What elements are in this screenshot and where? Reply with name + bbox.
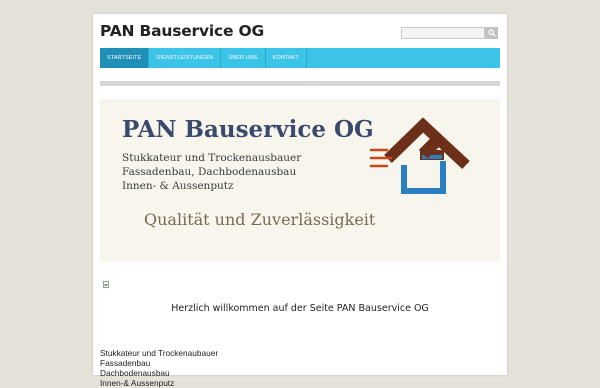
- search-button[interactable]: [485, 27, 498, 39]
- search-form: [401, 27, 499, 39]
- banner-line: Fassadenbau, Dachbodenausbau: [122, 166, 297, 178]
- list-item: Innen-& Aussenputz: [100, 378, 175, 388]
- nav-item-startseite[interactable]: STARTSEITE: [100, 48, 150, 68]
- nav-item-kontakt[interactable]: KONTAKT: [266, 48, 307, 68]
- divider-bar: [100, 81, 500, 86]
- nav-item-ueber-uns[interactable]: ÜBER UNS: [221, 48, 266, 68]
- services-list: Stukkateur und Trockenaubauer Fassadenba…: [100, 348, 218, 388]
- search-input[interactable]: [401, 27, 485, 39]
- list-item: Fassadenbau: [100, 358, 151, 368]
- main-nav: STARTSEITE DIENSTLEISTUNGEN ÜBER UNS KON…: [100, 48, 500, 68]
- page-container: PAN Bauservice OG STARTSEITE DIENSTLEIST…: [93, 14, 507, 388]
- banner-line: Innen- & Aussenputz: [122, 180, 234, 192]
- list-item: Dachbodenausbau: [100, 368, 170, 378]
- broken-image-icon: [103, 281, 109, 288]
- search-icon: [487, 29, 496, 37]
- nav-item-dienstleistungen[interactable]: DIENSTLEISTUNGEN: [149, 48, 222, 68]
- header-banner-image: PAN Bauservice OG Stukkateur und Trocken…: [100, 99, 500, 262]
- banner-line: Stukkateur und Trockenausbauer: [122, 152, 302, 164]
- list-item: Stukkateur und Trockenaubauer: [100, 348, 219, 358]
- banner-slogan: Qualität und Zuverlässigkeit: [144, 210, 376, 229]
- site-title[interactable]: PAN Bauservice OG: [100, 22, 264, 40]
- house-logo-icon: [370, 117, 470, 194]
- welcome-text: Herzlich willkommen auf der Seite PAN Ba…: [171, 303, 429, 314]
